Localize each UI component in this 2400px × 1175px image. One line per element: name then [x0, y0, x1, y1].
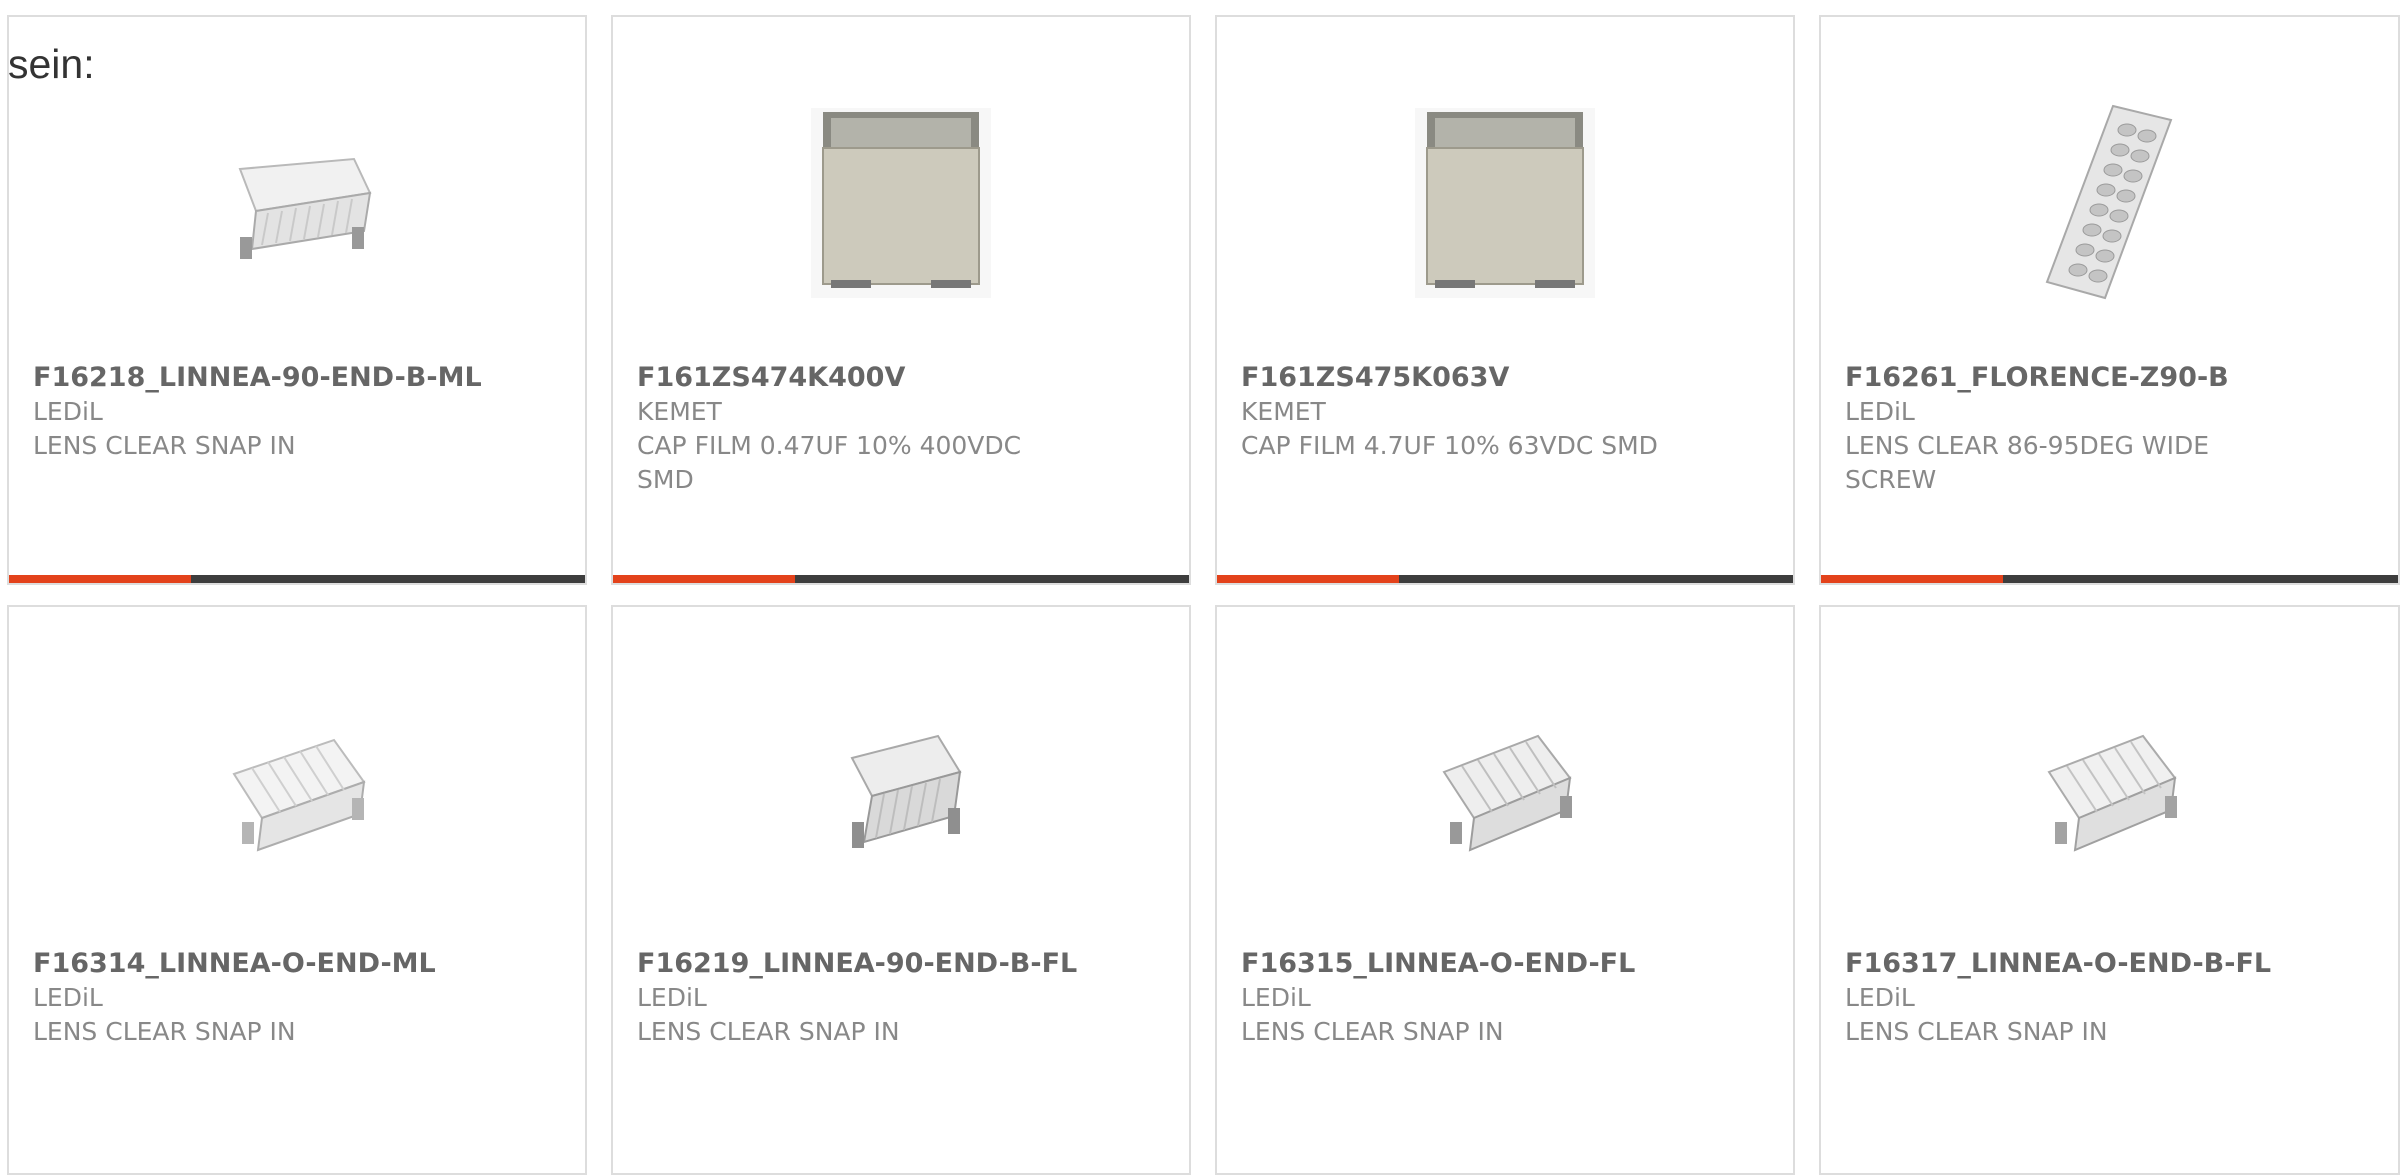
- card-accent: [9, 575, 191, 583]
- product-image[interactable]: [1217, 77, 1793, 327]
- intro-text: sein:: [8, 41, 95, 87]
- part-number[interactable]: F16261_FLORENCE-Z90-B: [1845, 361, 2374, 395]
- product-image[interactable]: [613, 667, 1189, 917]
- product-grid: F16218_LINNEA-90-END-B-ML LEDiL LENS CLE…: [0, 0, 2400, 1175]
- part-number[interactable]: F16315_LINNEA-O-END-FL: [1241, 947, 1769, 981]
- product-image[interactable]: [1821, 667, 2398, 917]
- product-card[interactable]: F16219_LINNEA-90-END-B-FL LEDiL LENS CLE…: [611, 605, 1191, 1175]
- product-card[interactable]: F161ZS475K063V KEMET CAP FILM 4.7UF 10% …: [1215, 15, 1795, 585]
- manufacturer: LEDiL: [1241, 983, 1311, 1012]
- manufacturer: LEDiL: [637, 983, 707, 1012]
- part-number[interactable]: F16219_LINNEA-90-END-B-FL: [637, 947, 1165, 981]
- manufacturer: LEDiL: [1845, 397, 1915, 426]
- card-accent: [1821, 575, 2003, 583]
- product-image[interactable]: [1821, 77, 2398, 327]
- card-bottom-bar: [613, 575, 1189, 583]
- card-accent: [613, 575, 795, 583]
- card-bottom-bar: [1821, 575, 2398, 583]
- product-card[interactable]: F16314_LINNEA-O-END-ML LEDiL LENS CLEAR …: [7, 605, 587, 1175]
- product-card[interactable]: F16315_LINNEA-O-END-FL LEDiL LENS CLEAR …: [1215, 605, 1795, 1175]
- description: LENS CLEAR SNAP IN: [33, 1017, 296, 1046]
- description: LENS CLEAR SNAP IN: [637, 1017, 900, 1046]
- card-bottom-bar: [1217, 575, 1793, 583]
- manufacturer: LEDiL: [33, 397, 103, 426]
- description: CAP FILM 0.47UF 10% 400VDC SMD: [637, 431, 1022, 494]
- part-number[interactable]: F16317_LINNEA-O-END-B-FL: [1845, 947, 2374, 981]
- part-number[interactable]: F161ZS474K400V: [637, 361, 1165, 395]
- description: LENS CLEAR 86-95DEG WIDE SCREW: [1845, 431, 2209, 494]
- part-number[interactable]: F16314_LINNEA-O-END-ML: [33, 947, 561, 981]
- manufacturer: KEMET: [637, 397, 722, 426]
- product-card[interactable]: F16317_LINNEA-O-END-B-FL LEDiL LENS CLEA…: [1819, 605, 2400, 1175]
- card-accent: [1217, 575, 1399, 583]
- description: LENS CLEAR SNAP IN: [1845, 1017, 2108, 1046]
- product-image[interactable]: [1217, 667, 1793, 917]
- part-number[interactable]: F161ZS475K063V: [1241, 361, 1769, 395]
- product-card[interactable]: F16261_FLORENCE-Z90-B LEDiL LENS CLEAR 8…: [1819, 15, 2400, 585]
- description: CAP FILM 4.7UF 10% 63VDC SMD: [1241, 431, 1658, 460]
- manufacturer: LEDiL: [1845, 983, 1915, 1012]
- manufacturer: KEMET: [1241, 397, 1326, 426]
- manufacturer: LEDiL: [33, 983, 103, 1012]
- product-card[interactable]: F16218_LINNEA-90-END-B-ML LEDiL LENS CLE…: [7, 15, 587, 585]
- card-bottom-bar: [9, 575, 585, 583]
- product-card[interactable]: F161ZS474K400V KEMET CAP FILM 0.47UF 10%…: [611, 15, 1191, 585]
- description: LENS CLEAR SNAP IN: [1241, 1017, 1504, 1046]
- description: LENS CLEAR SNAP IN: [33, 431, 296, 460]
- product-image[interactable]: [9, 667, 585, 917]
- product-image[interactable]: [613, 77, 1189, 327]
- part-number[interactable]: F16218_LINNEA-90-END-B-ML: [33, 361, 561, 395]
- product-image[interactable]: [9, 77, 585, 327]
